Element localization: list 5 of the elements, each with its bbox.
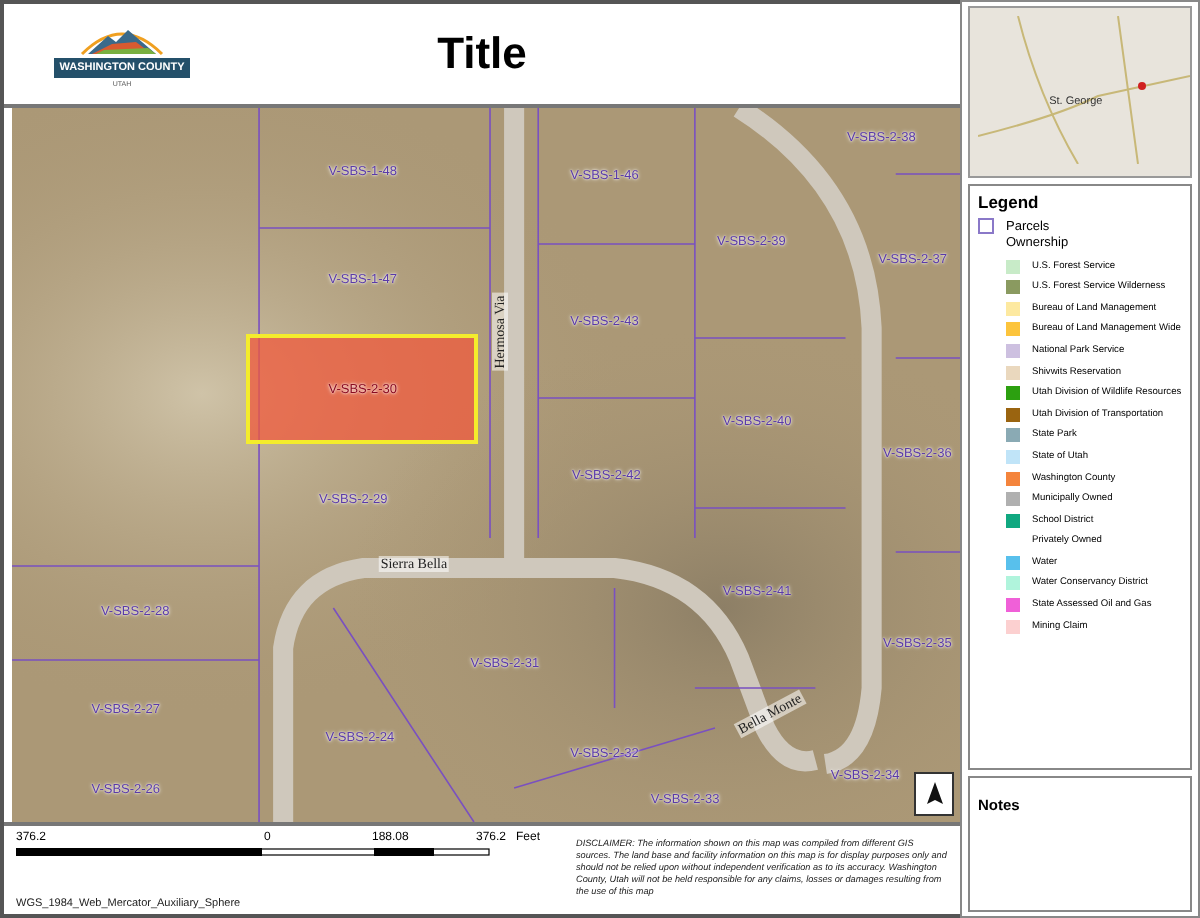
map-title: Title: [435, 28, 529, 80]
legend-title: Legend: [978, 192, 1041, 212]
location-marker-icon: [1137, 81, 1146, 90]
north-arrow-icon: [925, 781, 943, 807]
parcel-outline-swatch: [978, 218, 994, 235]
